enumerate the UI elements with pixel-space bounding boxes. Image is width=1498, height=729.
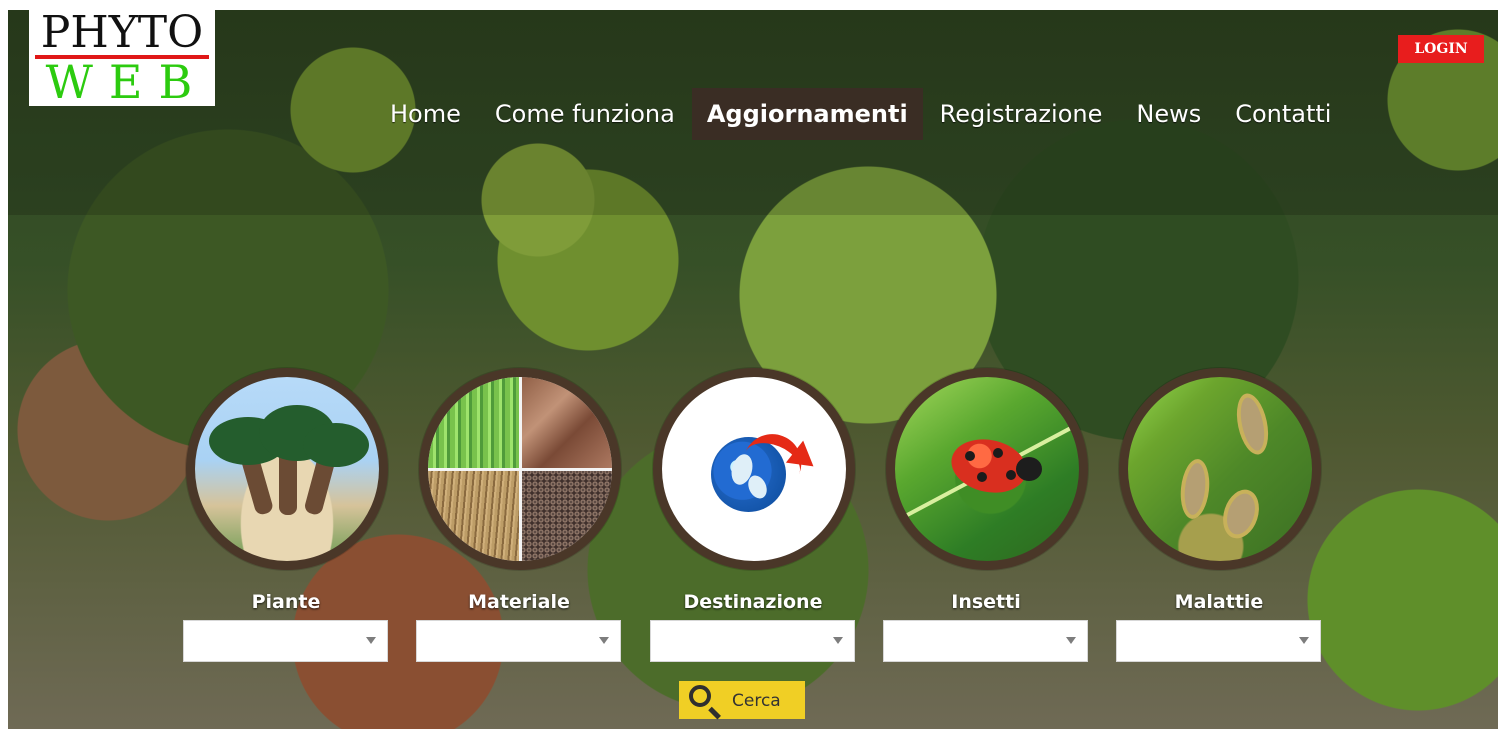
destinazione-image-button[interactable] [653,368,855,570]
cerca-button[interactable]: Cerca [679,681,805,719]
globe-destination-image [662,377,846,561]
malattie-select[interactable] [1116,620,1321,662]
login-button[interactable]: LOGIN [1398,35,1484,63]
dropdown-arrow-icon [1299,637,1309,644]
piante-select[interactable] [183,620,388,662]
material-samples-image [428,377,612,561]
nav-item-home[interactable]: Home [373,88,478,140]
category-insetti: Insetti [883,368,1088,662]
piante-image-button[interactable] [186,368,388,570]
logo-web-text: WEB [45,55,209,106]
dropdown-arrow-icon [833,637,843,644]
nav-item-news[interactable]: News [1119,88,1218,140]
leaf-lesion [1231,390,1274,458]
diseased-leaf-image [1128,377,1312,561]
ladybug-head [1016,457,1042,481]
destinazione-label: Destinazione [683,591,823,613]
category-destinazione: Destinazione [650,368,855,662]
nav-item-contatti[interactable]: Contatti [1218,88,1348,140]
dropdown-arrow-icon [366,637,376,644]
palm-plants-image [195,377,379,561]
malattie-image-button[interactable] [1119,368,1321,570]
category-filters: Piante Materiale Destinazione Insetti Ma… [183,368,1328,668]
leaf-lesion [1177,457,1213,521]
phytoweb-logo[interactable]: PHYTO WEB [29,10,215,106]
materiale-image-button[interactable] [419,368,621,570]
ladybug-image [895,377,1079,561]
destinazione-select[interactable] [650,620,855,662]
ladybug-spot [965,451,975,461]
soil-sample [520,469,612,561]
nav-item-registrazione[interactable]: Registrazione [923,88,1120,140]
ladybug-spot [1006,470,1016,480]
search-icon [689,685,711,707]
leaf-lesion [1217,484,1265,544]
hero-background: PHYTO WEB LOGIN Home Come funziona Aggio… [8,10,1498,729]
ladybug-spot [977,472,987,482]
nav-item-aggiornamenti[interactable]: Aggiornamenti [691,88,923,140]
logo-phyto-text: PHYTO [40,10,204,58]
dropdown-arrow-icon [599,637,609,644]
materiale-label: Materiale [468,591,570,613]
grass-sample [428,377,520,469]
materiale-select[interactable] [416,620,621,662]
bark-sample [520,377,612,469]
roots-sample [428,469,520,561]
insetti-select[interactable] [883,620,1088,662]
insetti-label: Insetti [951,591,1021,613]
category-materiale: Materiale [416,368,621,662]
nav-item-come-funziona[interactable]: Come funziona [478,88,692,140]
palm-crown [303,423,369,467]
main-navigation: Home Come funziona Aggiornamenti Registr… [373,88,1348,140]
insetti-image-button[interactable] [886,368,1088,570]
category-malattie: Malattie [1116,368,1321,662]
ladybug-spot [993,448,1003,458]
malattie-label: Malattie [1174,591,1264,613]
cerca-label: Cerca [732,691,781,711]
piante-label: Piante [251,591,321,613]
category-piante: Piante [183,368,388,662]
dropdown-arrow-icon [1066,637,1076,644]
image-divider [428,468,612,471]
